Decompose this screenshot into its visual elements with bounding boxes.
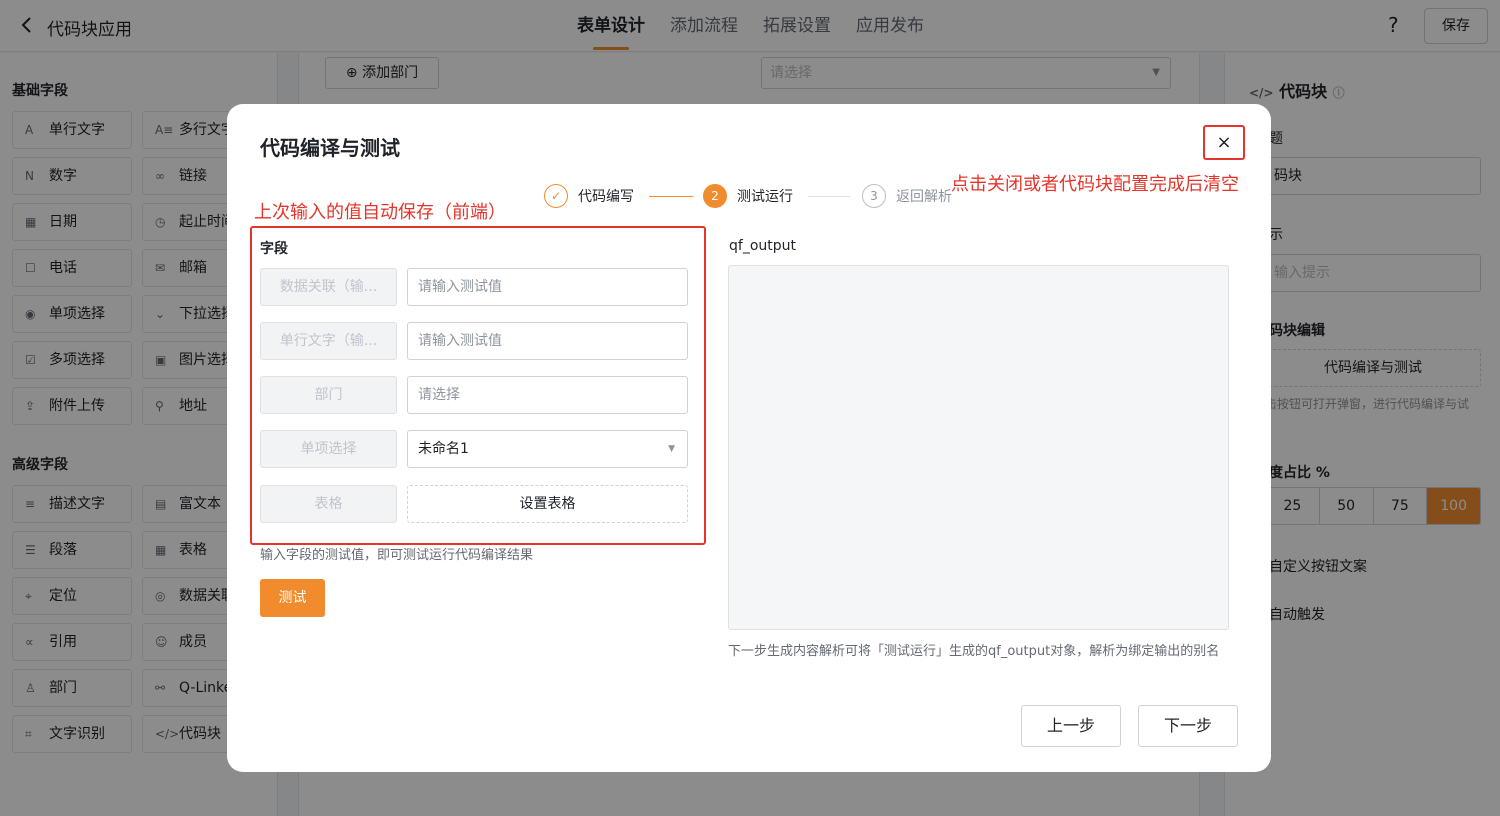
step-connector bbox=[649, 196, 693, 197]
next-step-button[interactable]: 下一步 bbox=[1138, 705, 1238, 747]
select-value: 未命名1 bbox=[418, 441, 469, 457]
output-label: qf_output bbox=[729, 238, 796, 254]
fields-hint: 输入字段的测试值，即可测试运行代码编译结果 bbox=[260, 548, 534, 563]
chevron-down-icon: ▼ bbox=[668, 444, 675, 454]
test-value-input[interactable]: 请输入测试值 bbox=[407, 268, 688, 306]
output-panel bbox=[728, 265, 1229, 630]
step-number: 3 bbox=[862, 184, 886, 208]
modal-title: 代码编译与测试 bbox=[260, 136, 400, 160]
step-label: 测试运行 bbox=[737, 189, 793, 205]
annotation-autosave-note: 上次输入的值自动保存（前端） bbox=[254, 202, 506, 223]
close-icon: × bbox=[1216, 132, 1232, 153]
prev-step-button[interactable]: 上一步 bbox=[1021, 705, 1121, 747]
test-value-select[interactable]: 未命名1 ▼ bbox=[407, 430, 688, 468]
fields-label: 字段 bbox=[260, 241, 288, 257]
close-button[interactable]: × bbox=[1203, 125, 1245, 160]
output-hint: 下一步生成内容解析可将「测试运行」生成的qf_output对象，解析为绑定输出的… bbox=[728, 644, 1220, 659]
step-label: 返回解析 bbox=[896, 189, 952, 205]
field-name-chip: 单项选择 bbox=[260, 430, 397, 468]
field-name-chip: 表格 bbox=[260, 485, 397, 523]
field-name-chip: 部门 bbox=[260, 376, 397, 414]
test-value-input[interactable]: 请选择 bbox=[407, 376, 688, 414]
code-test-modal: 代码编译与测试 × 点击关闭或者代码块配置完成后清空 ✓ 代码编写 2 测试运行… bbox=[227, 104, 1271, 772]
annotation-close-note: 点击关闭或者代码块配置完成后清空 bbox=[951, 174, 1239, 195]
check-icon: ✓ bbox=[544, 184, 568, 208]
step-label: 代码编写 bbox=[578, 189, 634, 205]
field-name-chip: 单行文字（输... bbox=[260, 322, 397, 360]
field-name-chip: 数据关联（输... bbox=[260, 268, 397, 306]
step-number: 2 bbox=[703, 184, 727, 208]
step-connector bbox=[808, 196, 850, 197]
set-table-button[interactable]: 设置表格 bbox=[407, 485, 688, 523]
test-value-input[interactable]: 请输入测试值 bbox=[407, 322, 688, 360]
test-button[interactable]: 测试 bbox=[260, 579, 325, 617]
